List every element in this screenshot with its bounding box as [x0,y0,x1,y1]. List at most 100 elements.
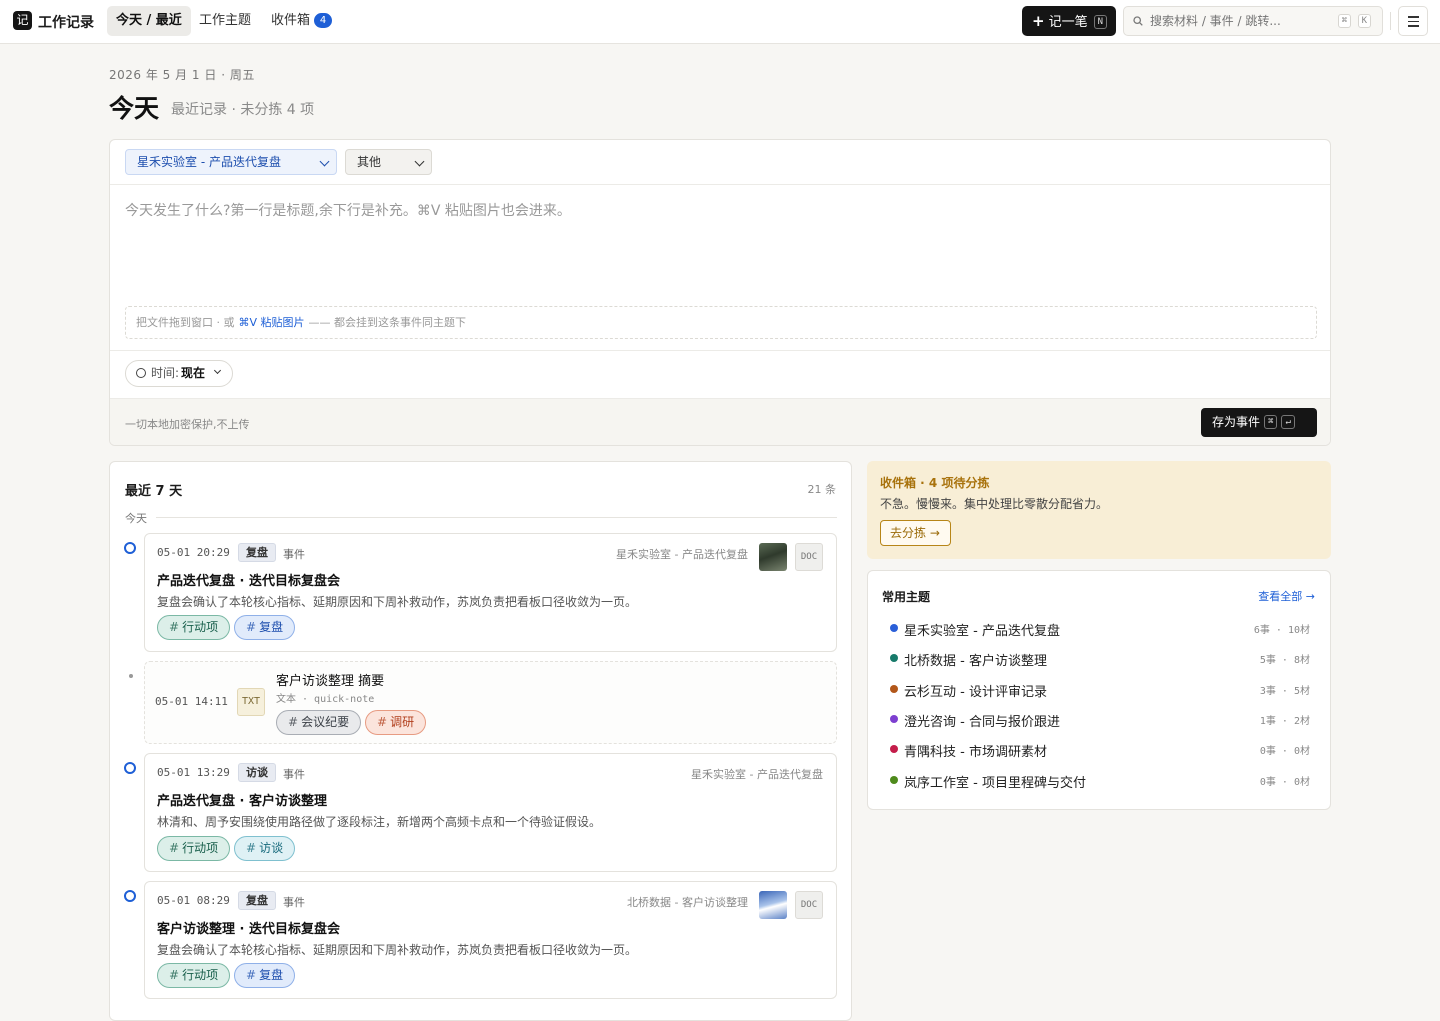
privacy-note: 一切本地加密保护,不上传 [125,418,250,431]
composer: 星禾实验室 - 产品迭代复盘 其他 今天发生了什么?第一行是标题,余下行是补充。… [109,139,1331,446]
divider [156,517,837,518]
tag-label: 行动项 [182,968,219,982]
app-title: 工作记录 [38,15,94,31]
go-triage-button[interactable]: 去分拣 → [880,520,951,546]
event-card[interactable]: 05-01 13:29 访谈 事件 星禾实验室 - 产品迭代复盘 产品迭代复盘 … [144,753,837,872]
txt-file-badge: TXT [237,688,265,716]
tag-label: 行动项 [182,620,219,634]
composer-textarea[interactable]: 今天发生了什么?第一行是标题,余下行是补充。⌘V 粘贴图片也会进来。 [125,200,571,220]
tab-today-recent[interactable]: 今天 / 最近 [107,6,191,36]
topic-stats: 5事 · 8材 [1259,655,1310,666]
event-time: 05-01 08:29 [157,894,230,907]
time-label: 时间: [151,366,180,380]
tag-label: 复盘 [259,968,284,982]
note-card[interactable]: 05-01 14:11 TXT 客户访谈整理 摘要 文本 · quick-not… [144,661,837,744]
time-picker[interactable]: 时间: 现在 [125,360,233,387]
divider [110,350,1330,351]
paste-image-link[interactable]: ⌘V 粘贴图片 [239,316,305,329]
event-time: 05-01 20:29 [157,546,230,559]
hash-icon: # [246,841,257,855]
topic-item[interactable]: 岚序工作室 - 项目里程碑与交付 0事 · 0材 [882,767,1316,793]
time-value: 现在 [181,366,206,380]
event-kind: 事件 [283,768,305,781]
search-input[interactable] [1150,12,1330,30]
shortcut-key: ⌘ [1264,415,1278,429]
shortcut-key: ⌘ [1337,14,1351,28]
page-subtitle: 最近记录 · 未分拣 4 项 [171,102,315,118]
search-icon [1133,16,1143,26]
timeline-dot [129,674,133,678]
topic-color-dot [890,624,898,632]
tab-label: 收件箱 [271,13,311,28]
dropzone-text: 把文件拖到窗口 · 或 [136,316,235,329]
new-entry-label: 记一笔 [1048,15,1088,30]
chevron-down-icon [414,156,425,167]
chevron-down-icon [213,366,222,375]
top-bar: 记 工作记录 今天 / 最近 工作主题 收件箱4 +记一笔 N ⌘ K [0,0,1440,44]
tag-pill[interactable]: # 行动项 [157,836,231,861]
kind-select[interactable]: 其他 [345,149,432,175]
event-card[interactable]: 05-01 20:29 复盘 事件 星禾实验室 - 产品迭代复盘 DOC 产品迭… [144,533,837,652]
topic-item[interactable]: 青隅科技 - 市场调研素材 0事 · 0材 [882,736,1316,762]
topic-stats: 0事 · 0材 [1259,746,1310,757]
plus-icon: + [1032,12,1045,30]
topic-select[interactable]: 星禾实验室 - 产品迭代复盘 [125,149,337,175]
frequent-topics-card: 常用主题 查看全部 → 星禾实验室 - 产品迭代复盘 6事 · 10材 北桥数据… [867,570,1331,810]
image-thumbnail[interactable] [759,891,787,919]
new-entry-button[interactable]: + 记一笔 N [1022,6,1116,36]
inbox-description: 不急。慢慢来。集中处理比零散分配省力。 [880,497,1109,511]
topic-color-dot [890,685,898,693]
save-event-button[interactable]: 存为事件 ⌘ ↵ [1201,408,1317,437]
event-topic: 北桥数据 - 客户访谈整理 [627,896,748,909]
hash-icon: # [377,715,388,729]
recent-title: 最近 7 天 [125,484,183,499]
topic-item[interactable]: 云杉互动 - 设计评审记录 3事 · 5材 [882,676,1316,702]
inbox-title: 收件箱 · 4 项待分拣 [880,476,990,490]
image-thumbnail[interactable] [759,543,787,571]
topic-name: 北桥数据 - 客户访谈整理 [904,654,1047,669]
view-all-link[interactable]: 查看全部 → [1258,588,1315,604]
tag-pill[interactable]: # 行动项 [157,615,231,640]
tab-inbox[interactable]: 收件箱 4 [262,6,341,36]
tag-pill[interactable]: # 调研 [365,710,427,735]
event-title: 产品迭代复盘 · 迭代目标复盘会 [157,574,340,589]
tag-pill[interactable]: # 复盘 [234,615,296,640]
tag-pill[interactable]: # 行动项 [157,963,231,988]
event-card[interactable]: 05-01 08:29 复盘 事件 北桥数据 - 客户访谈整理 DOC 客户访谈… [144,881,837,999]
topic-select-value: 星禾实验室 - 产品迭代复盘 [137,155,281,169]
event-topic: 星禾实验室 - 产品迭代复盘 [691,768,823,781]
doc-attachment-badge[interactable]: DOC [795,891,823,919]
event-description: 复盘会确认了本轮核心指标、延期原因和下周补救动作，苏岚负责把看板口径收敛为一页。 [157,943,638,957]
hash-icon: # [169,841,180,855]
save-label: 存为事件 [1212,415,1261,429]
clock-icon [136,368,146,378]
tag-pill[interactable]: # 会议纪要 [276,710,362,735]
topic-item[interactable]: 澄光咨询 - 合同与报价跟进 1事 · 2材 [882,706,1316,732]
inbox-card: 收件箱 · 4 项待分拣 不急。慢慢来。集中处理比零散分配省力。 去分拣 → [867,461,1331,559]
event-description: 复盘会确认了本轮核心指标、延期原因和下周补救动作，苏岚负责把看板口径收敛为一页。 [157,595,638,609]
doc-attachment-badge[interactable]: DOC [795,543,823,571]
tag-label: 调研 [390,715,415,729]
event-topic: 星禾实验室 - 产品迭代复盘 [616,548,748,561]
topic-item[interactable]: 星禾实验室 - 产品迭代复盘 6事 · 10材 [882,615,1316,641]
timeline-dot [124,542,136,554]
note-meta: 文本 · quick-note [276,694,375,705]
event-type-tag: 访谈 [238,763,276,782]
menu-button[interactable] [1398,6,1428,36]
menu-icon [1408,20,1419,22]
shortcut-key: K [1357,14,1371,28]
tag-pill[interactable]: # 复盘 [234,963,296,988]
event-type-tag: 复盘 [238,543,276,562]
search-box[interactable]: ⌘ K [1123,6,1383,36]
tab-work-topics[interactable]: 工作主题 [190,6,260,36]
topic-name: 星禾实验室 - 产品迭代复盘 [904,624,1060,639]
tag-pill[interactable]: # 访谈 [234,836,296,861]
event-time: 05-01 13:29 [157,766,230,779]
hash-icon: # [246,968,257,982]
menu-icon [1408,16,1419,18]
topic-item[interactable]: 北桥数据 - 客户访谈整理 5事 · 8材 [882,645,1316,671]
hash-icon: # [288,715,299,729]
hash-icon: # [169,620,180,634]
file-dropzone[interactable]: 把文件拖到窗口 · 或 ⌘V 粘贴图片 —— 都会挂到这条事件同主题下 [125,306,1317,339]
topic-color-dot [890,745,898,753]
